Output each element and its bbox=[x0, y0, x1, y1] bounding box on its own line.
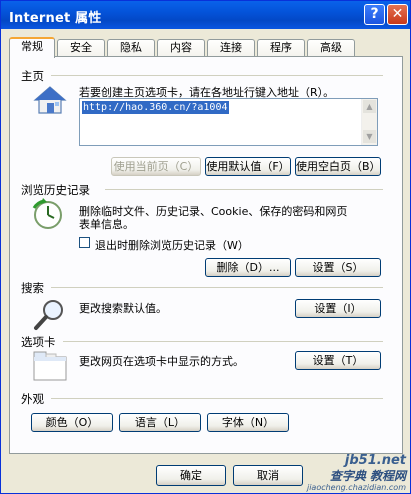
home-icon bbox=[33, 86, 67, 114]
scroll-up-icon[interactable]: ▲ bbox=[363, 100, 376, 113]
use-current-button[interactable]: 使用当前页（C） bbox=[111, 157, 201, 176]
home-page-url-value: http://hao.360.cn/?a1004 bbox=[82, 101, 229, 114]
window-title: Internet 属性 bbox=[9, 11, 102, 26]
tab-advanced[interactable]: 高级 bbox=[307, 39, 355, 56]
title-bar[interactable]: Internet 属性 ? ✕ bbox=[1, 1, 410, 29]
tabs-settings-button[interactable]: 设置（T） bbox=[295, 351, 381, 370]
help-button[interactable]: ? bbox=[364, 4, 385, 25]
search-section-divider bbox=[51, 287, 383, 288]
scroll-down-icon[interactable]: ▼ bbox=[363, 130, 376, 143]
tab-connections[interactable]: 连接 bbox=[207, 39, 255, 56]
use-default-button[interactable]: 使用默认值（F） bbox=[205, 157, 291, 176]
appearance-section-label: 外观 bbox=[21, 392, 44, 406]
tab-content[interactable]: 内容 bbox=[157, 39, 205, 56]
use-blank-button[interactable]: 使用空白页（B） bbox=[295, 157, 381, 176]
cancel-button[interactable]: 取消 bbox=[233, 465, 303, 486]
colors-button[interactable]: 颜色（O） bbox=[31, 413, 113, 432]
appearance-section-divider bbox=[51, 398, 383, 399]
home-section-label: 主页 bbox=[21, 69, 44, 83]
languages-button[interactable]: 语言（L） bbox=[119, 413, 201, 432]
history-section-divider bbox=[105, 189, 383, 190]
history-section-label: 浏览历史记录 bbox=[21, 183, 90, 197]
fonts-button[interactable]: 字体（N） bbox=[207, 413, 289, 432]
tabbed-browsing-icon bbox=[33, 351, 67, 381]
tab-privacy[interactable]: 隐私 bbox=[107, 39, 155, 56]
watermark-title: 查字典 教程网 bbox=[329, 469, 406, 483]
internet-properties-window: Internet 属性 ? ✕ 常规 安全 隐私 内容 连接 程序 高级 主页 … bbox=[0, 0, 411, 494]
history-clock-icon bbox=[32, 198, 62, 229]
watermark-site: jb51.net bbox=[344, 453, 406, 468]
history-settings-button[interactable]: 设置（S） bbox=[295, 258, 381, 277]
delete-on-exit-label[interactable]: 退出时删除浏览历史记录（W） bbox=[95, 237, 249, 253]
watermark-url: jiaocheng.chazidian.com bbox=[306, 483, 406, 492]
tabs-section-divider bbox=[63, 341, 383, 342]
tab-programs[interactable]: 程序 bbox=[257, 39, 305, 56]
delete-history-button[interactable]: 删除（D）... bbox=[205, 258, 291, 277]
home-page-url-input[interactable]: http://hao.360.cn/?a1004 ▲ ▼ bbox=[79, 98, 378, 146]
home-section-divider bbox=[51, 75, 383, 76]
close-button[interactable]: ✕ bbox=[387, 4, 408, 25]
search-magnifier-icon bbox=[34, 300, 63, 330]
tab-security[interactable]: 安全 bbox=[57, 39, 105, 56]
delete-on-exit-checkbox[interactable] bbox=[79, 237, 90, 248]
history-description-line2: 表单信息。 bbox=[79, 218, 134, 231]
ok-button[interactable]: 确定 bbox=[156, 465, 226, 486]
tabs-description: 更改网页在选项卡中显示的方式。 bbox=[79, 355, 244, 368]
search-section-label: 搜索 bbox=[21, 281, 44, 295]
tab-general[interactable]: 常规 bbox=[9, 37, 55, 58]
search-settings-button[interactable]: 设置（I） bbox=[295, 299, 381, 318]
search-description: 更改搜索默认值。 bbox=[79, 302, 167, 315]
tabs-section-label: 选项卡 bbox=[21, 335, 56, 349]
url-scrollbar[interactable]: ▲ ▼ bbox=[361, 99, 377, 145]
